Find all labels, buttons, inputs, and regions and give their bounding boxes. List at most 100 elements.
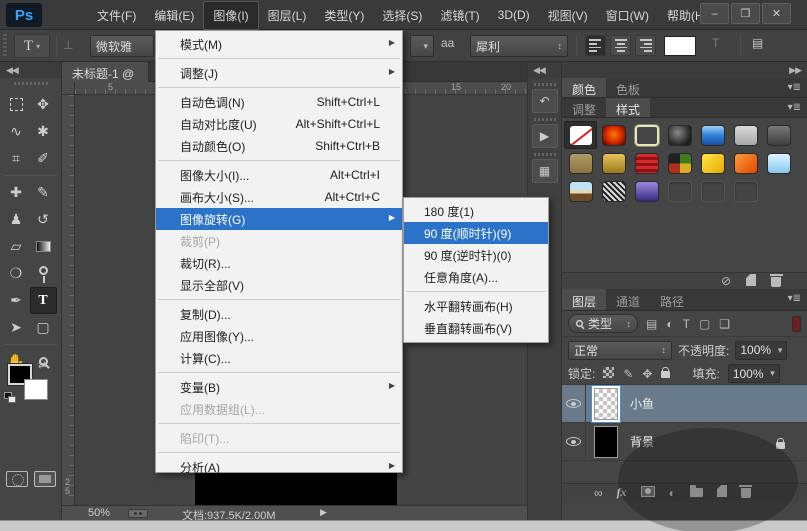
move-tool[interactable]: ✥ xyxy=(30,91,57,118)
menu-item[interactable]: 模式(M)▶ xyxy=(156,33,402,55)
layer-row-background[interactable]: 背景 xyxy=(562,423,807,461)
layer-row-fish[interactable]: 小鱼 xyxy=(562,385,807,423)
rectangular-marquee-tool[interactable] xyxy=(3,91,30,118)
style-swatch-empty-slot-2[interactable] xyxy=(696,177,729,205)
path-selection-tool[interactable]: ➤ xyxy=(3,314,30,341)
text-orientation-icon[interactable]: ⊥ xyxy=(63,38,73,52)
align-left-button[interactable] xyxy=(585,35,606,56)
lock-image-button[interactable]: ✎ xyxy=(623,367,633,381)
menu-item[interactable]: 分析(A)▶ xyxy=(156,456,402,478)
menubar-item-图层(L)[interactable]: 图层(L) xyxy=(259,2,316,29)
style-swatch-purple-gradient[interactable] xyxy=(630,177,663,205)
style-swatch-red-glow[interactable] xyxy=(597,121,630,149)
dock-grabber[interactable] xyxy=(534,83,556,86)
style-swatch-default-none[interactable] xyxy=(564,121,597,149)
lock-position-button[interactable]: ✥ xyxy=(642,367,652,381)
visibility-cell[interactable] xyxy=(562,385,586,423)
filter-smart-objects-button[interactable]: ❏ xyxy=(719,317,730,331)
maximize-button[interactable]: ❒ xyxy=(731,3,760,24)
panel-menu-icon[interactable]: ▾≣ xyxy=(788,293,801,304)
delete-layer-button[interactable] xyxy=(741,484,751,501)
menu-item[interactable]: 复制(D)... xyxy=(156,303,402,325)
menu-item[interactable]: 变量(B)▶ xyxy=(156,376,402,398)
quick-mask-icon[interactable] xyxy=(6,471,28,487)
style-swatch-empty-slot-3[interactable] xyxy=(729,177,762,205)
style-swatch-white-outline[interactable] xyxy=(630,121,663,149)
pen-tool[interactable]: ✒ xyxy=(3,287,30,314)
menu-item[interactable]: 自动色调(N)Shift+Ctrl+L xyxy=(156,91,402,113)
tools-grabber[interactable] xyxy=(14,82,48,85)
layer-thumbnail[interactable] xyxy=(594,426,618,458)
menubar-item-滤镜(T)[interactable]: 滤镜(T) xyxy=(431,2,488,29)
toggle-panels-icon[interactable]: ▤ xyxy=(752,36,763,50)
opacity-dropdown[interactable]: 100% ▾ xyxy=(735,341,787,360)
style-swatch-sky-glass[interactable] xyxy=(762,149,795,177)
anti-alias-method-dropdown[interactable]: 犀利 ↕ xyxy=(470,35,568,57)
document-tab[interactable]: 未标题-1 @ xyxy=(62,62,149,82)
type-tool-preset-button[interactable]: T ▾ xyxy=(14,34,50,58)
actions-panel-button[interactable]: ▶ xyxy=(532,124,558,148)
default-colors-icon[interactable] xyxy=(4,392,14,402)
font-size-dropdown[interactable]: ▾ xyxy=(410,35,434,57)
new-group-button[interactable] xyxy=(690,485,703,500)
style-swatch-blue-gloss[interactable] xyxy=(696,121,729,149)
anti-alias-icon[interactable]: aa xyxy=(441,36,454,50)
swap-colors-icon[interactable]: ⇄ xyxy=(38,360,46,371)
style-swatch-orange-gradient[interactable] xyxy=(729,149,762,177)
new-style-button[interactable] xyxy=(746,274,756,289)
add-layer-mask-button[interactable] xyxy=(641,486,655,500)
zoom-level-field[interactable]: 50% xyxy=(88,507,110,519)
style-swatch-khaki[interactable] xyxy=(564,149,597,177)
menu-item[interactable]: 图像旋转(G)▶ xyxy=(156,208,402,230)
font-family-field[interactable]: 微软雅 xyxy=(90,35,154,57)
history-brush-tool[interactable]: ↺ xyxy=(30,206,57,233)
dock-collapse-arrows[interactable]: ◀◀ xyxy=(528,62,561,78)
menu-item[interactable]: 任意角度(A)... xyxy=(404,266,548,288)
style-swatch-dark-gray[interactable] xyxy=(762,121,795,149)
brush-tool[interactable]: ✎ xyxy=(30,179,57,206)
blend-mode-dropdown[interactable]: 正常 ↕ xyxy=(568,341,672,360)
filter-type-layers-button[interactable]: T xyxy=(683,317,690,331)
style-swatch-landscape[interactable] xyxy=(564,177,597,205)
crop-tool[interactable]: ⌗ xyxy=(3,145,30,172)
eyedropper-tool[interactable]: ✐ xyxy=(30,145,57,172)
tab-paths[interactable]: 路径 xyxy=(650,289,694,310)
menubar-item-选择(S)[interactable]: 选择(S) xyxy=(373,2,431,29)
tab-layers[interactable]: 图层 xyxy=(562,289,606,310)
menu-item[interactable]: 裁切(R)... xyxy=(156,252,402,274)
screen-mode-icon[interactable] xyxy=(34,471,56,487)
panel-menu-icon[interactable]: ▾≣ xyxy=(788,82,801,93)
menu-item[interactable]: 应用图像(Y)... xyxy=(156,325,402,347)
menu-item[interactable]: 图像大小(I)...Alt+Ctrl+I xyxy=(156,164,402,186)
new-adjustment-layer-button[interactable]: ◐ xyxy=(669,486,676,500)
style-swatch-camo[interactable] xyxy=(663,149,696,177)
clone-stamp-tool[interactable]: ♟ xyxy=(3,206,30,233)
spot-healing-brush-tool[interactable]: ✚ xyxy=(3,179,30,206)
blur-tool[interactable]: ❍ xyxy=(3,260,30,287)
status-arrow-icon[interactable]: ▶ xyxy=(320,507,327,518)
minimize-button[interactable]: – xyxy=(700,3,729,24)
menubar-item-窗口(W)[interactable]: 窗口(W) xyxy=(597,2,658,29)
style-swatch-empty-slot-1[interactable] xyxy=(663,177,696,205)
text-color-swatch[interactable] xyxy=(664,36,696,56)
dock-grabber[interactable] xyxy=(534,118,556,121)
new-layer-button[interactable] xyxy=(717,485,727,500)
menu-item[interactable]: 180 度(1) xyxy=(404,200,548,222)
tool-presets-panel-button[interactable]: ▦ xyxy=(532,159,558,183)
tab-color[interactable]: 颜色 xyxy=(562,78,606,97)
menubar-item-文件(F)[interactable]: 文件(F) xyxy=(88,2,145,29)
panels-expand-arrows[interactable]: ▶▶ xyxy=(562,62,807,78)
lock-transparency-button[interactable] xyxy=(603,367,614,381)
filter-pixel-layers-button[interactable]: ▤ xyxy=(646,317,657,331)
history-panel-button[interactable]: ↶ xyxy=(532,89,558,113)
menu-item[interactable]: 画布大小(S)...Alt+Ctrl+C xyxy=(156,186,402,208)
filter-toggle-switch[interactable] xyxy=(792,316,801,332)
layer-thumbnail[interactable] xyxy=(594,388,618,420)
menubar-item-编辑(E)[interactable]: 编辑(E) xyxy=(145,2,203,29)
menu-item[interactable]: 90 度(顺时针)(9) xyxy=(404,222,548,244)
menu-item[interactable]: 显示全部(V) xyxy=(156,274,402,296)
filter-type-dropdown[interactable]: 类型 ↕ xyxy=(568,314,638,333)
tab-channels[interactable]: 通道 xyxy=(606,289,650,310)
menu-item[interactable]: 计算(C)... xyxy=(156,347,402,369)
close-button[interactable]: ✕ xyxy=(762,3,791,24)
